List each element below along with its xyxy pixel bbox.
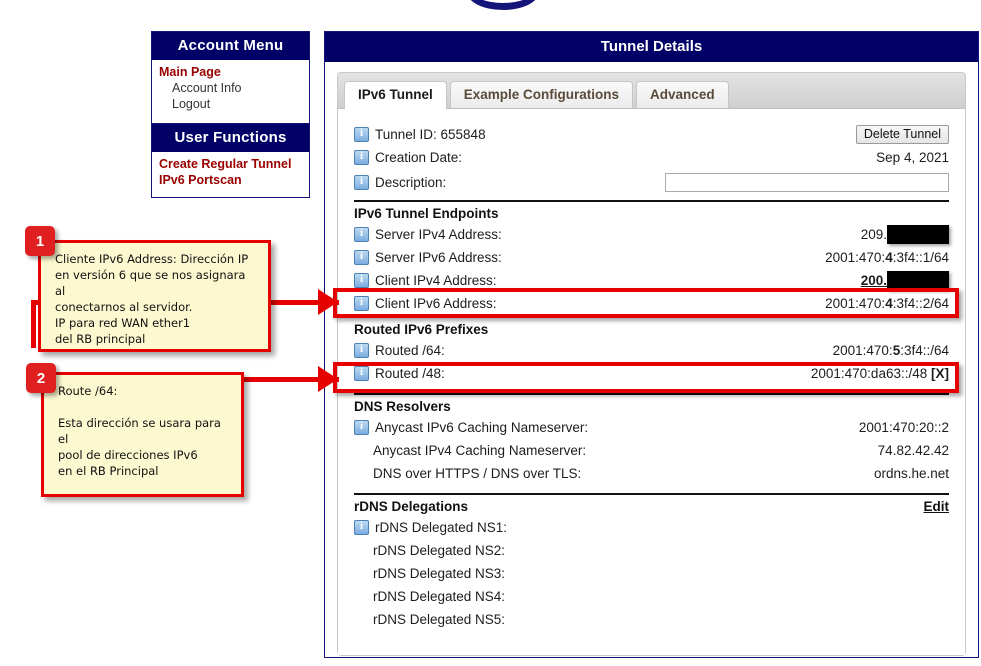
- highlight-box-routed-48: [333, 362, 959, 393]
- annotation-1-connector-vertical: [31, 300, 36, 348]
- annotation-badge-2: 2: [26, 363, 56, 393]
- annotation-badge-1: 1: [25, 226, 55, 256]
- annotation-overlay: Cliente IPv6 Address: Dirección IP en ve…: [0, 0, 981, 666]
- annotation-callout-2: Route /64: Esta dirección se usara para …: [41, 372, 244, 497]
- highlight-box-client-ipv6: [333, 288, 959, 318]
- annotation-1-arrowhead-icon: [318, 289, 338, 315]
- annotation-2-arrowhead-icon: [318, 366, 338, 392]
- annotation-callout-1: Cliente IPv6 Address: Dirección IP en ve…: [38, 240, 271, 352]
